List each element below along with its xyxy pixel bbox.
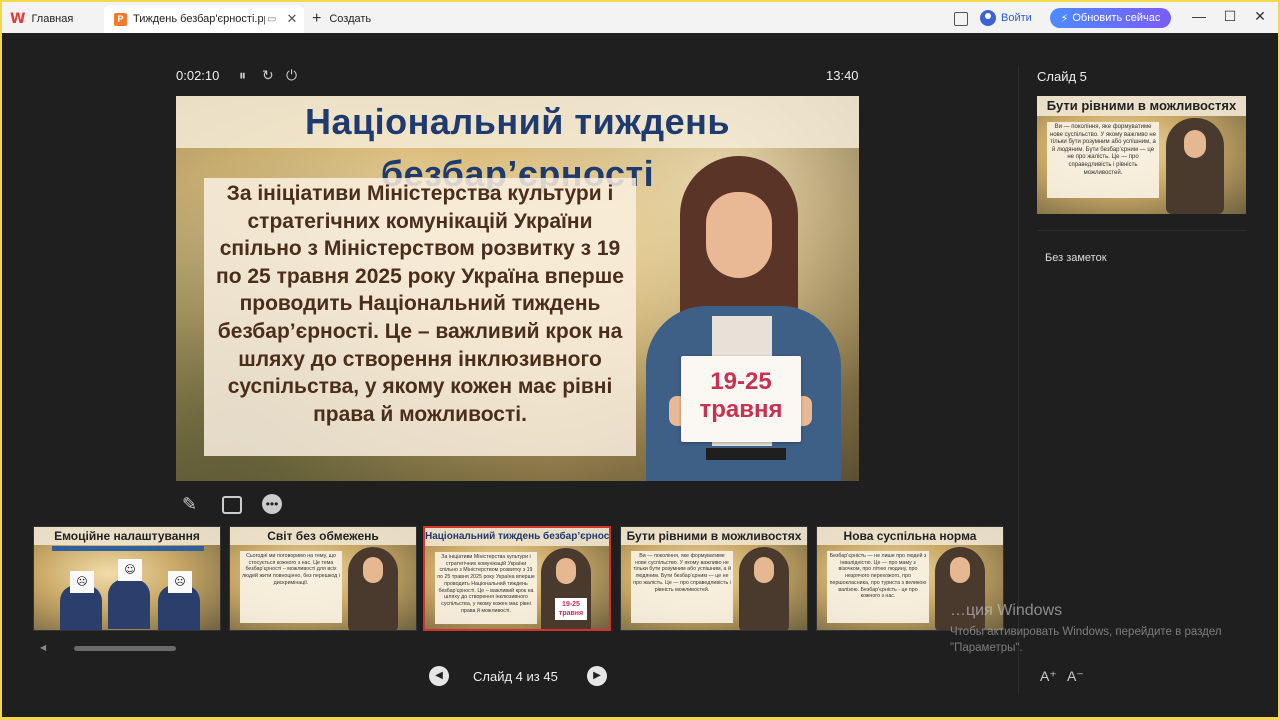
thumb-text: Сьогодні ми поговоримо на тему, що стосу… <box>240 551 342 623</box>
pause-icon[interactable]: ⏸ <box>239 67 246 84</box>
font-decrease-button[interactable]: A⁻ <box>1067 668 1084 685</box>
elapsed-timer: 0:02:10 <box>176 68 220 83</box>
thumbnail-slide-2[interactable]: Емоційне налаштування ☹ ☺ ☹ <box>33 526 221 631</box>
thumb-girl-image <box>348 547 398 630</box>
thumb-girl-image <box>739 547 789 630</box>
prev-slide-button[interactable]: ◀ <box>429 666 449 686</box>
user-avatar-icon <box>980 10 996 26</box>
thumbnail-slide-5[interactable]: Бути рівними в можливостях Ви — поколінн… <box>620 526 808 631</box>
maximize-button[interactable]: ☐ <box>1220 8 1240 25</box>
speaker-notes: Без заметок <box>1045 252 1107 264</box>
filmstrip-scrollbar[interactable] <box>74 646 176 651</box>
thumbnail-slide-4[interactable]: Національний тиждень безбар’єрності За і… <box>423 526 611 631</box>
monitor-icon: ▭ <box>267 13 277 25</box>
login-label: Войти <box>1001 12 1032 24</box>
window-copy-icon[interactable] <box>954 12 968 26</box>
login-button[interactable]: Войти <box>980 8 1032 28</box>
close-tab-icon[interactable]: ✕ <box>286 11 297 27</box>
thumb-text: Ви — покоління, яке формуватиме нове сус… <box>631 551 733 623</box>
thumb-people-image: ☹ ☺ ☹ <box>54 559 204 630</box>
sign-dates: 19-25 <box>710 368 772 395</box>
pen-icon[interactable]: ✎ <box>182 494 197 515</box>
thumb-title: Світ без обмежень <box>230 527 416 545</box>
sign-month: травня <box>699 396 783 423</box>
update-label: Обновить сейчас <box>1072 12 1161 24</box>
font-increase-button[interactable]: A⁺ <box>1040 668 1057 685</box>
windows-activation-title: …ция Windows <box>950 602 1063 619</box>
thumb-sign: 19-25 травня <box>555 598 587 620</box>
tab-home[interactable]: W Главная <box>10 5 100 33</box>
thumb-title: Бути рівними в можливостях <box>621 527 807 545</box>
power-icon[interactable]: ⏻ <box>286 67 297 84</box>
tab-new[interactable]: + Создать <box>312 5 392 33</box>
thumb-text: Безбар’єрність — не лише про людей з інв… <box>827 551 929 623</box>
tab-new-label: Создать <box>329 13 372 25</box>
next-slide-button[interactable]: ▶ <box>587 666 607 686</box>
slide-title: Національний тиждень безбар’єрності <box>176 96 859 194</box>
thumb-subtitle-bar <box>52 546 204 551</box>
slide-body-text: За ініціативи Міністерства культури і ст… <box>204 178 636 456</box>
thumb-text: За ініціативи Міністерства культури і ст… <box>435 552 537 624</box>
notes-separator <box>1037 230 1247 231</box>
thumb-title: Національний тиждень безбар’єрності <box>425 528 609 546</box>
windows-activation-subtitle: Чтобы активировать Windows, перейдите в … <box>950 626 1222 654</box>
tab-document[interactable]: P Тиждень безбар'єрності.ppt ▭ ✕ <box>104 5 304 33</box>
presentation-icon: P <box>114 12 127 26</box>
more-icon[interactable]: ••• <box>262 494 282 514</box>
thumb-title: Нова суспільна норма <box>817 527 1003 545</box>
thumb-title: Емоційне налаштування <box>34 527 220 545</box>
current-slide[interactable]: Національний тиждень безбар’єрності За і… <box>176 96 859 481</box>
current-time: 13:40 <box>826 68 859 83</box>
tab-home-label: Главная <box>31 13 74 25</box>
lightning-icon: ⚡ <box>1060 12 1069 25</box>
update-now-button[interactable]: ⚡ Обновить сейчас <box>1050 8 1171 28</box>
thumbnail-slide-3[interactable]: Світ без обмежень Сьогодні ми поговоримо… <box>229 526 417 631</box>
wps-logo-icon: W <box>10 11 26 27</box>
pane-divider <box>1018 66 1019 694</box>
title-bar: W Главная P Тиждень безбар'єрності.ppt ▭… <box>2 2 1278 33</box>
next-slide-girl-image <box>1166 118 1224 214</box>
next-slide-label: Слайд 5 <box>1037 69 1087 84</box>
restart-icon[interactable]: ↻ <box>262 67 274 84</box>
date-sign: 19-25 травня <box>681 356 801 442</box>
plus-icon: + <box>312 10 322 27</box>
scroll-left-icon[interactable]: ◀ <box>40 643 46 652</box>
next-slide-title: Бути рівними в можливостях <box>1037 96 1246 116</box>
minimize-button[interactable]: — <box>1189 8 1209 24</box>
tab-document-title: Тиждень безбар'єрності.ppt <box>133 13 265 25</box>
zoom-icon[interactable] <box>222 496 242 514</box>
next-slide-preview[interactable]: Бути рівними в можливостях Ви — поколінн… <box>1037 96 1246 214</box>
close-window-button[interactable]: ✕ <box>1250 8 1270 25</box>
next-slide-text: Ви — покоління, яке формуватиме нове сус… <box>1047 122 1159 198</box>
slide-counter: Слайд 4 из 45 <box>473 669 558 684</box>
